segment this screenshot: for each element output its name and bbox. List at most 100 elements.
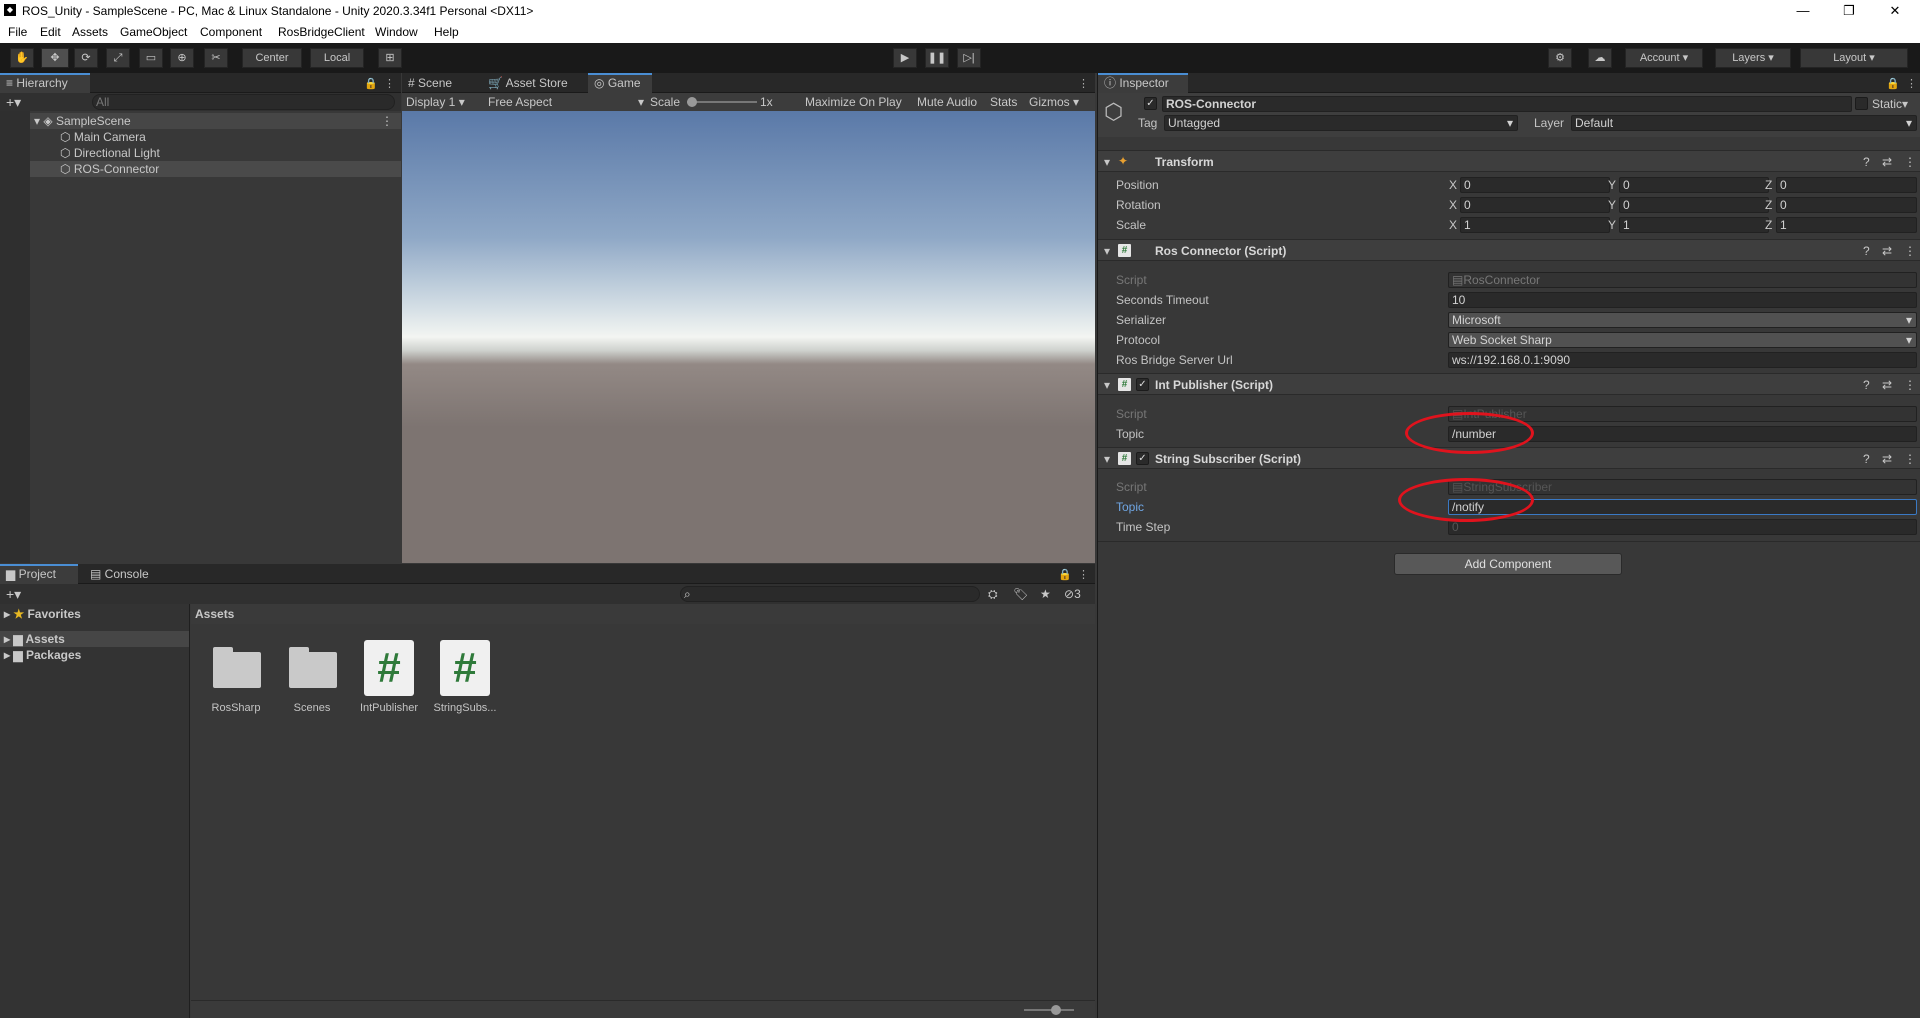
restore-button[interactable]: ❐ bbox=[1826, 0, 1872, 22]
scale-z-field[interactable]: 1 bbox=[1776, 217, 1917, 233]
pause-button[interactable]: ❚❚ bbox=[925, 48, 949, 68]
game-view-render[interactable] bbox=[402, 111, 1095, 563]
active-checkbox[interactable]: ✓ bbox=[1144, 97, 1157, 110]
menu-component[interactable]: Component bbox=[200, 25, 262, 39]
position-y-field[interactable]: 0 bbox=[1619, 177, 1769, 193]
component-menu-icon[interactable]: ⋮ bbox=[1904, 452, 1916, 466]
pivot-center-button[interactable]: Center bbox=[242, 48, 302, 68]
stats-toggle[interactable]: Stats bbox=[990, 93, 1017, 111]
tab-game[interactable]: ◎ Game bbox=[588, 73, 652, 93]
rotate-tool-icon[interactable]: ⟳ bbox=[74, 48, 98, 68]
gizmos-dropdown[interactable]: Gizmos ▾ bbox=[1029, 93, 1079, 111]
add-icon[interactable]: +▾ bbox=[6, 94, 21, 111]
menu-file[interactable]: File bbox=[8, 25, 27, 39]
foldout-arrow-icon[interactable]: ▾ bbox=[1104, 378, 1110, 392]
scale-slider[interactable] bbox=[687, 101, 757, 103]
help-icon[interactable]: ? bbox=[1863, 378, 1870, 392]
tab-inspector[interactable]: ⓘ Inspector bbox=[1098, 73, 1188, 93]
menu-gameobject[interactable]: GameObject bbox=[120, 25, 187, 39]
string-subscriber-header[interactable]: ▾ # ✓ String Subscriber (Script) ? ⇄ ⋮ bbox=[1098, 447, 1920, 469]
server-url-field[interactable]: ws://192.168.0.1:9090 bbox=[1448, 352, 1917, 368]
preset-icon[interactable]: ⇄ bbox=[1882, 244, 1892, 258]
scene-row[interactable]: ▾ ◈ SampleScene ⋮ bbox=[30, 113, 401, 129]
lock-icon[interactable]: 🔒 bbox=[1058, 568, 1072, 581]
filter-type-icon[interactable]: ⛭ bbox=[988, 587, 998, 602]
tab-project[interactable]: ▆ Project bbox=[0, 564, 78, 584]
custom-tool-icon[interactable]: ✂ bbox=[204, 48, 228, 68]
asset-scenes[interactable] bbox=[286, 644, 340, 690]
seconds-timeout-field[interactable]: 10 bbox=[1448, 292, 1917, 308]
serializer-dropdown[interactable]: Microsoft ▾ bbox=[1448, 312, 1917, 328]
foldout-arrow-icon[interactable]: ▾ bbox=[1104, 155, 1110, 169]
expand-arrow-icon[interactable]: ▾ bbox=[34, 114, 40, 128]
menu-window[interactable]: Window bbox=[375, 25, 418, 39]
menu-edit[interactable]: Edit bbox=[40, 25, 61, 39]
protocol-dropdown[interactable]: Web Socket Sharp ▾ bbox=[1448, 332, 1917, 348]
panel-menu-icon[interactable]: ⋮ bbox=[1078, 77, 1089, 90]
preset-icon[interactable]: ⇄ bbox=[1882, 452, 1892, 466]
position-z-field[interactable]: 0 bbox=[1776, 177, 1917, 193]
enabled-checkbox[interactable]: ✓ bbox=[1136, 452, 1149, 465]
layers-dropdown[interactable]: Layers ▾ bbox=[1715, 48, 1791, 68]
ros-connector-header[interactable]: ▾ # Ros Connector (Script) ? ⇄ ⋮ bbox=[1098, 239, 1920, 261]
hidden-packages-toggle[interactable]: ⊘3 bbox=[1064, 587, 1081, 601]
component-menu-icon[interactable]: ⋮ bbox=[1904, 244, 1916, 258]
help-icon[interactable]: ? bbox=[1863, 452, 1870, 466]
preset-icon[interactable]: ⇄ bbox=[1882, 378, 1892, 392]
help-icon[interactable]: ? bbox=[1863, 155, 1870, 169]
aspect-dropdown[interactable]: Free Aspect ▾ bbox=[488, 93, 644, 111]
tab-console[interactable]: ▤ Console bbox=[84, 564, 164, 584]
rotation-y-field[interactable]: 0 bbox=[1619, 197, 1769, 213]
lock-icon[interactable]: 🔒 bbox=[364, 77, 378, 90]
tree-favorites[interactable]: ▸ ★ Favorites bbox=[4, 606, 81, 622]
layout-dropdown[interactable]: Layout ▾ bbox=[1800, 48, 1908, 68]
scale-tool-icon[interactable]: ⤢ bbox=[106, 48, 130, 68]
scale-y-field[interactable]: 1 bbox=[1619, 217, 1769, 233]
close-button[interactable]: ✕ bbox=[1872, 0, 1918, 22]
step-button[interactable]: ▷| bbox=[957, 48, 981, 68]
rect-tool-icon[interactable]: ▭ bbox=[139, 48, 163, 68]
minimize-button[interactable]: — bbox=[1780, 0, 1826, 22]
account-dropdown[interactable]: Account ▾ bbox=[1625, 48, 1703, 68]
tree-packages[interactable]: ▸ ▆ Packages bbox=[4, 647, 81, 663]
csharp-script-icon[interactable]: # bbox=[440, 640, 490, 696]
tab-scene[interactable]: # Scene bbox=[402, 73, 466, 93]
rotation-z-field[interactable]: 0 bbox=[1776, 197, 1917, 213]
breadcrumb[interactable]: Assets bbox=[191, 604, 1095, 624]
rotation-x-field[interactable]: 0 bbox=[1460, 197, 1610, 213]
component-menu-icon[interactable]: ⋮ bbox=[1904, 378, 1916, 392]
time-step-field[interactable]: 0 bbox=[1448, 519, 1917, 535]
hierarchy-search-input[interactable]: All bbox=[92, 94, 395, 110]
icon-size-slider[interactable] bbox=[1024, 1009, 1074, 1011]
component-menu-icon[interactable]: ⋮ bbox=[1904, 155, 1916, 169]
static-dropdown[interactable]: Static▾ bbox=[1872, 97, 1908, 111]
preset-icon[interactable]: ⇄ bbox=[1882, 155, 1892, 169]
foldout-arrow-icon[interactable]: ▾ bbox=[1104, 244, 1110, 258]
tree-assets[interactable]: ▸ ▆ Assets bbox=[0, 631, 189, 647]
favorite-star-icon[interactable]: ★ bbox=[1040, 587, 1051, 601]
scale-slider-thumb[interactable] bbox=[687, 97, 697, 107]
pivot-local-button[interactable]: Local bbox=[310, 48, 364, 68]
tab-asset-store[interactable]: 🛒 Asset Store bbox=[482, 73, 574, 93]
static-checkbox[interactable] bbox=[1855, 97, 1868, 110]
int-publisher-header[interactable]: ▾ # ✓ Int Publisher (Script) ? ⇄ ⋮ bbox=[1098, 373, 1920, 395]
transform-header[interactable]: ▾ ✦ Transform ? ⇄ ⋮ bbox=[1098, 150, 1920, 172]
enabled-checkbox[interactable]: ✓ bbox=[1136, 378, 1149, 391]
mute-audio-toggle[interactable]: Mute Audio bbox=[917, 93, 977, 111]
scene-menu-icon[interactable]: ⋮ bbox=[381, 113, 393, 129]
transform-tool-icon[interactable]: ⊕ bbox=[170, 48, 194, 68]
cloud-icon[interactable]: ☁ bbox=[1588, 48, 1612, 68]
menu-rosbridgeclient[interactable]: RosBridgeClient bbox=[278, 25, 365, 39]
menu-assets[interactable]: Assets bbox=[72, 25, 108, 39]
icon-size-slider-thumb[interactable] bbox=[1051, 1005, 1061, 1015]
tag-dropdown[interactable]: Untagged ▾ bbox=[1164, 115, 1518, 131]
maximize-on-play-toggle[interactable]: Maximize On Play bbox=[805, 93, 902, 111]
panel-menu-icon[interactable]: ⋮ bbox=[384, 77, 395, 90]
panel-menu-icon[interactable]: ⋮ bbox=[1906, 77, 1917, 90]
move-tool-icon[interactable]: ✥ bbox=[41, 48, 69, 68]
tab-hierarchy[interactable]: ≡ Hierarchy bbox=[0, 73, 90, 93]
filter-label-icon[interactable]: 🏷 bbox=[1013, 587, 1028, 601]
hierarchy-item-ros-connector[interactable]: ⬡ ROS-Connector bbox=[30, 161, 401, 177]
panel-menu-icon[interactable]: ⋮ bbox=[1078, 568, 1089, 581]
lock-icon[interactable]: 🔒 bbox=[1886, 77, 1900, 90]
